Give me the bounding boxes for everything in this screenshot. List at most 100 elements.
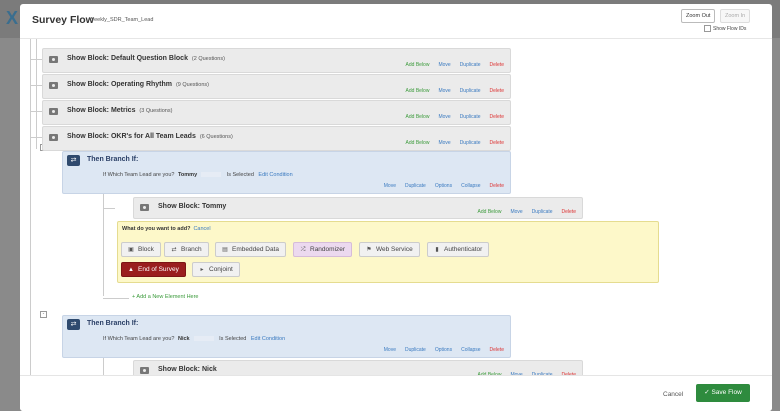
redacted-text [201, 172, 222, 178]
condition-answer: Nick [177, 336, 190, 342]
add-below-link[interactable]: Add Below [406, 88, 430, 94]
add-below-link[interactable]: Add Below [406, 114, 430, 120]
condition-operator: Is Selected [219, 336, 247, 342]
add-authenticator-option[interactable]: ▮ Authenticator [427, 242, 490, 257]
flow-block[interactable]: Show Block: OKR's for All Team Leads (6 … [42, 126, 511, 151]
add-embedded-data-option[interactable]: ▤ Embedded Data [215, 242, 286, 257]
flow-canvas: - - Show Block: Default Question Block (… [20, 39, 772, 375]
save-flow-button[interactable]: ✓ Save Flow [696, 384, 750, 402]
collapse-link[interactable]: Collapse [461, 183, 480, 189]
flow-connector [30, 137, 42, 138]
move-link[interactable]: Move [438, 62, 450, 68]
condition-question: Which Team Lead are you? [107, 172, 175, 178]
add-randomizer-option[interactable]: ⤮ Randomizer [293, 242, 353, 257]
move-link[interactable]: Move [438, 88, 450, 94]
add-new-element-link[interactable]: + Add a New Element Here [132, 294, 199, 300]
block-question-count: (3 Questions) [139, 108, 173, 114]
condition-question: Which Team Lead are you? [107, 336, 175, 342]
branch-element[interactable]: ⇄ Then Branch If: If Which Team Lead are… [62, 315, 511, 358]
zoom-out-button[interactable]: Zoom Out [681, 9, 716, 23]
delete-link[interactable]: Delete [490, 347, 504, 353]
flow-block[interactable]: Show Block: Default Question Block (2 Qu… [42, 48, 511, 73]
move-link[interactable]: Move [438, 140, 450, 146]
block-title: Show Block: Metrics [67, 107, 136, 114]
flow-block[interactable]: Show Block: Metrics (3 Questions) Add Be… [42, 100, 511, 125]
redacted-text [193, 336, 214, 342]
branch-title: Then Branch If: [87, 156, 139, 163]
show-flow-ids-toggle[interactable]: Show Flow IDs [704, 25, 746, 32]
add-below-link[interactable]: Add Below [406, 140, 430, 146]
edit-condition-link[interactable]: Edit Condition [258, 172, 292, 178]
duplicate-link[interactable]: Duplicate [460, 88, 481, 94]
zoom-in-button[interactable]: Zoom In [720, 9, 751, 23]
edit-condition-link[interactable]: Edit Condition [251, 336, 285, 342]
survey-name: Weekly_SDR_Team_Lead [89, 17, 154, 23]
flow-connector [30, 85, 42, 86]
branch-icon: ⇄ [67, 155, 80, 166]
flow-connector [103, 194, 104, 296]
delete-link[interactable]: Delete [490, 114, 504, 120]
embedded-data-icon: ▤ [222, 247, 228, 253]
duplicate-link[interactable]: Duplicate [405, 347, 426, 353]
delete-link[interactable]: Delete [562, 209, 576, 215]
add-element-prompt: What do you want to add? [122, 226, 191, 232]
branch-icon: ⇄ [171, 247, 177, 253]
collapse-link[interactable]: Collapse [461, 347, 480, 353]
add-below-link[interactable]: Add Below [478, 209, 502, 215]
block-icon [49, 82, 58, 89]
branch-element[interactable]: ⇄ Then Branch If: If Which Team Lead are… [62, 151, 511, 194]
condition-prefix: If [103, 336, 107, 342]
block-title: Show Block: OKR's for All Team Leads [67, 133, 196, 140]
delete-link[interactable]: Delete [490, 183, 504, 189]
block-title: Show Block: Tommy [158, 203, 227, 210]
flow-block[interactable]: Show Block: Nick Add Below Move Duplicat… [133, 360, 583, 375]
add-web-service-option[interactable]: ⚑ Web Service [359, 242, 420, 257]
block-actions: Add Below Move Duplicate Delete [478, 209, 576, 215]
flow-connector [103, 208, 115, 209]
delete-link[interactable]: Delete [490, 140, 504, 146]
branch-actions: Move Duplicate Options Collapse Delete [384, 347, 504, 353]
web-service-icon: ⚑ [366, 247, 372, 253]
option-label: Embedded Data [232, 246, 279, 253]
duplicate-link[interactable]: Duplicate [460, 140, 481, 146]
move-link[interactable]: Move [384, 183, 396, 189]
duplicate-link[interactable]: Duplicate [460, 62, 481, 68]
delete-link[interactable]: Delete [490, 88, 504, 94]
block-question-count: (6 Questions) [199, 134, 233, 140]
branch-condition: If Which Team Lead are you? Nick Is Sele… [103, 336, 285, 342]
collapse-toggle[interactable]: - [40, 311, 47, 318]
add-element-cancel-link[interactable]: Cancel [193, 226, 210, 232]
options-link[interactable]: Options [435, 183, 452, 189]
move-link[interactable]: Move [438, 114, 450, 120]
move-link[interactable]: Move [384, 347, 396, 353]
branch-title: Then Branch If: [87, 320, 139, 327]
lock-icon: ▮ [435, 247, 439, 253]
add-conjoint-option[interactable]: ▸ Conjoint [192, 262, 240, 277]
duplicate-link[interactable]: Duplicate [405, 183, 426, 189]
add-below-link[interactable]: Add Below [406, 62, 430, 68]
flow-block[interactable]: Show Block: Tommy Add Below Move Duplica… [133, 197, 583, 219]
flow-block[interactable]: Show Block: Operating Rhythm (9 Question… [42, 74, 511, 99]
block-actions: Add Below Move Duplicate Delete [406, 140, 504, 146]
block-actions: Add Below Move Duplicate Delete [406, 114, 504, 120]
block-actions: Add Below Move Duplicate Delete [406, 62, 504, 68]
flow-connector [103, 357, 104, 375]
options-link[interactable]: Options [435, 347, 452, 353]
move-link[interactable]: Move [510, 209, 522, 215]
add-block-option[interactable]: ▣ Block [121, 242, 161, 257]
block-title: Show Block: Operating Rhythm [67, 81, 173, 88]
branch-condition: If Which Team Lead are you? Tommy Is Sel… [103, 172, 293, 178]
condition-operator: Is Selected [226, 172, 254, 178]
flow-connector [30, 39, 31, 375]
add-branch-option[interactable]: ⇄ Branch [164, 242, 209, 257]
flow-connector [103, 298, 129, 299]
add-end-of-survey-option[interactable]: ▲ End of Survey [121, 262, 186, 277]
modal-header: Survey Flow Weekly_SDR_Team_Lead Zoom Ou… [20, 4, 772, 39]
cancel-button[interactable]: Cancel [663, 391, 683, 398]
duplicate-link[interactable]: Duplicate [532, 209, 553, 215]
delete-link[interactable]: Delete [490, 62, 504, 68]
show-flow-ids-checkbox[interactable] [704, 25, 711, 32]
option-label: Branch [181, 246, 202, 253]
modal-title: Survey Flow [32, 14, 94, 26]
duplicate-link[interactable]: Duplicate [460, 114, 481, 120]
